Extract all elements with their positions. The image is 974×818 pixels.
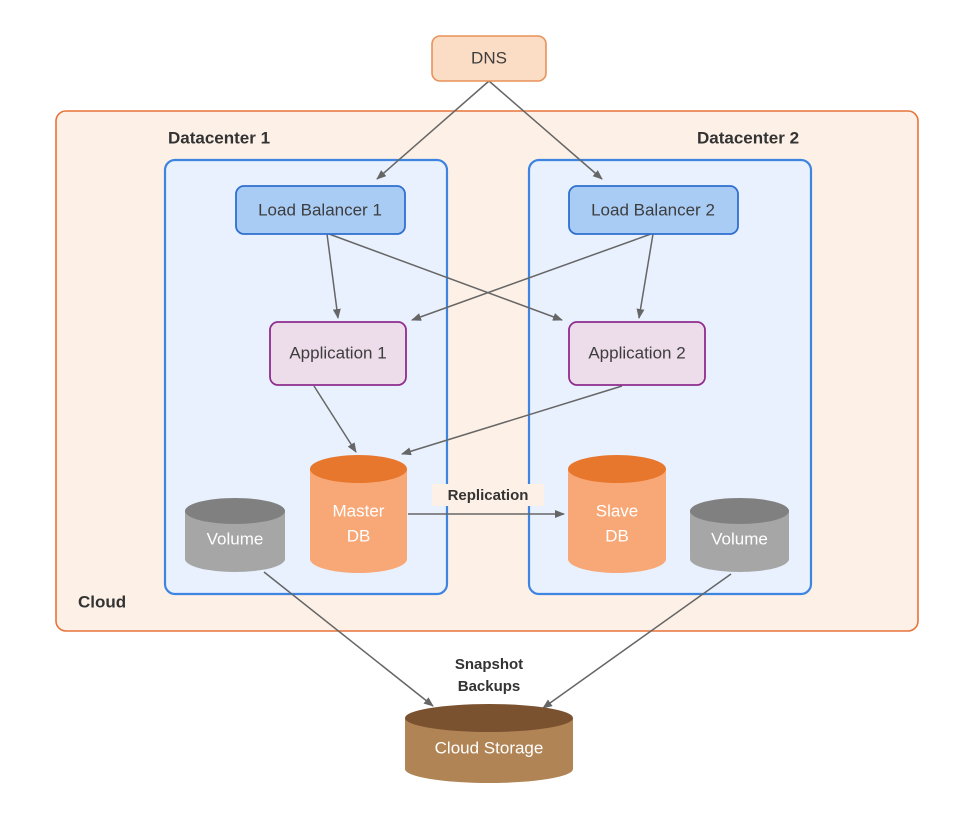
slave-db-body[interactable] <box>568 469 666 573</box>
cloud-storage-label: Cloud Storage <box>435 738 544 757</box>
snapshot-backups-edge-label-line-1: Snapshot <box>455 656 523 673</box>
node-dns[interactable]: DNS <box>431 35 547 82</box>
node-application-2[interactable]: Application 2 <box>568 321 706 386</box>
node-load-balancer-1[interactable]: Load Balancer 1 <box>235 185 406 235</box>
datacenter-1-label: Datacenter 1 <box>168 128 270 147</box>
application-1-label: Application 1 <box>289 343 386 362</box>
master-db-label-line-1: Master <box>333 501 385 520</box>
node-cloud-storage[interactable]: Cloud Storage <box>405 704 573 783</box>
node-volume-1[interactable]: Volume <box>185 498 285 572</box>
master-db-body[interactable] <box>309 469 407 573</box>
master-db-label-line-2: DB <box>347 526 371 545</box>
volume-2-top <box>690 498 789 524</box>
application-2-label: Application 2 <box>588 343 685 362</box>
diagram-canvas: Cloud Datacenter 1 Datacenter 2 DNS Load… <box>55 35 919 783</box>
snapshot-backups-edge-label-line-2: Backups <box>458 678 521 695</box>
dns-label: DNS <box>471 48 507 67</box>
node-load-balancer-2[interactable]: Load Balancer 2 <box>568 185 739 235</box>
cloud-container-label: Cloud <box>78 592 126 611</box>
node-slave-db[interactable]: Slave DB <box>568 455 666 573</box>
load-balancer-2-label: Load Balancer 2 <box>591 200 715 219</box>
master-db-top <box>310 455 407 483</box>
load-balancer-1-label: Load Balancer 1 <box>258 200 382 219</box>
replication-edge-label: Replication <box>448 487 529 504</box>
volume-1-top <box>185 498 285 524</box>
node-master-db[interactable]: Master DB <box>309 455 407 573</box>
node-volume-2[interactable]: Volume <box>690 498 789 572</box>
slave-db-label-line-2: DB <box>605 526 629 545</box>
datacenter-2-label: Datacenter 2 <box>697 128 799 147</box>
architecture-diagram: Cloud Datacenter 1 Datacenter 2 DNS Load… <box>0 0 974 818</box>
cloud-storage-top <box>405 704 573 732</box>
volume-2-label: Volume <box>711 529 768 548</box>
slave-db-top <box>568 455 666 483</box>
node-application-1[interactable]: Application 1 <box>269 321 407 386</box>
volume-1-label: Volume <box>207 529 264 548</box>
slave-db-label-line-1: Slave <box>596 501 639 520</box>
